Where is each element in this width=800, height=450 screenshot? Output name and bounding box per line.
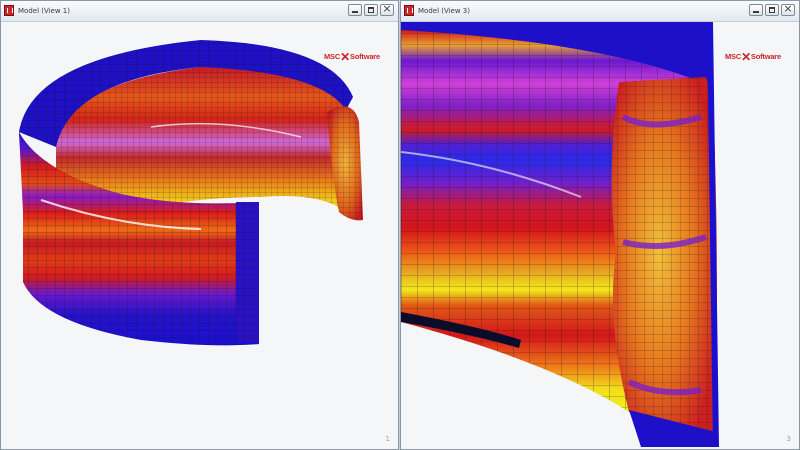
maximize-icon[interactable] xyxy=(765,4,779,16)
logo-text-left: MSC xyxy=(323,52,341,61)
msc-software-logo: MSC✕Software xyxy=(324,50,380,64)
model-viewport[interactable]: MSC✕Software 3 xyxy=(401,22,799,449)
logo-text-left: MSC xyxy=(724,52,742,61)
logo-mark-icon: ✕ xyxy=(340,50,350,64)
app-icon[interactable] xyxy=(4,5,14,16)
close-icon[interactable] xyxy=(781,2,795,16)
window-titlebar[interactable]: Model (View 3) xyxy=(401,1,799,22)
section-cut-face-mesh xyxy=(611,77,717,432)
window-title: Model (View 1) xyxy=(18,7,70,15)
window-controls xyxy=(749,2,795,16)
logo-text-right: Software xyxy=(750,52,781,61)
window-controls xyxy=(348,2,394,16)
view-number: 3 xyxy=(786,435,791,443)
fem-ring-section-zoom xyxy=(401,22,719,447)
app-icon[interactable] xyxy=(404,5,414,16)
model-viewport[interactable]: MSC✕Software 1 xyxy=(1,22,398,449)
logo-text-right: Software xyxy=(349,52,380,61)
window-title: Model (View 3) xyxy=(418,7,470,15)
minimize-icon[interactable] xyxy=(749,4,763,16)
maximize-icon[interactable] xyxy=(364,4,378,16)
model-window-view-3: Model (View 3) × MSC✕Software 3 xyxy=(400,0,800,450)
model-window-view-1: Model (View 1) × MSC✕Software 1 xyxy=(0,0,399,450)
ring-end-cap-mesh xyxy=(236,202,259,344)
logo-mark-icon: ✕ xyxy=(741,50,751,64)
view-number: 1 xyxy=(385,435,390,443)
minimize-icon[interactable] xyxy=(348,4,362,16)
close-icon[interactable] xyxy=(380,2,394,16)
window-titlebar[interactable]: Model (View 1) xyxy=(1,1,398,22)
msc-software-logo: MSC✕Software xyxy=(725,50,781,64)
fem-ring-model xyxy=(19,40,363,346)
